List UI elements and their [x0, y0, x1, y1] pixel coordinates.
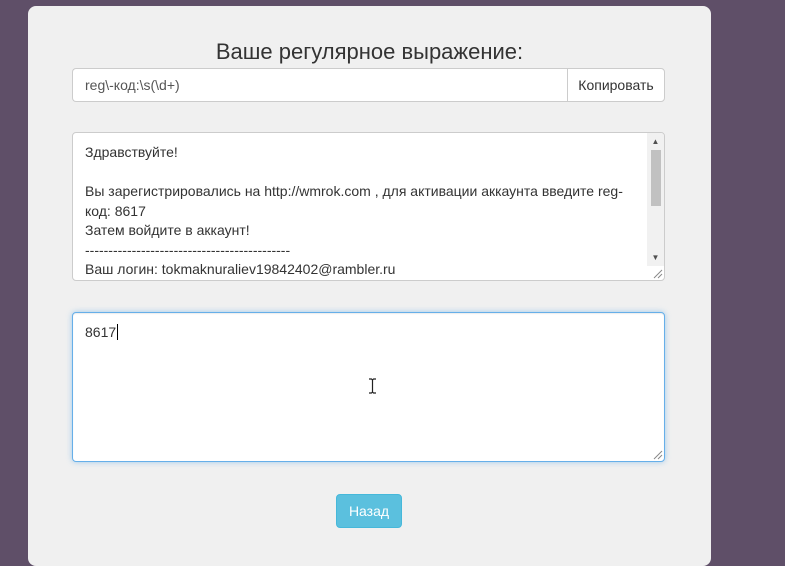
page-title: Ваше регулярное выражение: — [215, 39, 524, 64]
message-text: Здравствуйте! Вы зарегистрировались на h… — [85, 143, 637, 280]
back-button[interactable]: Назад — [336, 494, 402, 528]
message-line: ----------------------------------------… — [85, 241, 291, 258]
triangle-up-icon[interactable]: ▲ — [647, 133, 664, 150]
message-line: Затем войдите в аккаунт! — [85, 222, 250, 238]
main-card: Ваше регулярное выражение: reg\-код:\s(\… — [28, 6, 711, 566]
message-line: код: 8617 — [85, 202, 146, 219]
regex-input-group: reg\-код:\s(\d+) Копировать — [72, 68, 665, 102]
text-caret — [117, 324, 119, 340]
message-line: Вы зарегистрировались на http://wmrok.co… — [85, 183, 623, 199]
result-text: 8617 — [85, 322, 119, 342]
scrollbar-thumb[interactable] — [651, 150, 661, 206]
vertical-scrollbar[interactable]: ▲ ▼ — [647, 133, 664, 266]
regex-input[interactable]: reg\-код:\s(\d+) — [72, 68, 567, 102]
triangle-down-icon[interactable]: ▼ — [647, 249, 664, 266]
resize-grip-icon[interactable] — [651, 448, 663, 460]
result-value: 8617 — [85, 324, 117, 340]
message-line: Ваш логин: tokmaknuraliev19842402@ramble… — [85, 261, 396, 277]
text-cursor-icon — [369, 378, 376, 394]
message-line: Здравствуйте! — [85, 144, 178, 160]
copy-button[interactable]: Копировать — [567, 68, 665, 102]
message-line — [85, 163, 637, 183]
resize-grip-icon[interactable] — [651, 267, 663, 279]
message-textarea[interactable]: Здравствуйте! Вы зарегистрировались на h… — [72, 132, 665, 281]
